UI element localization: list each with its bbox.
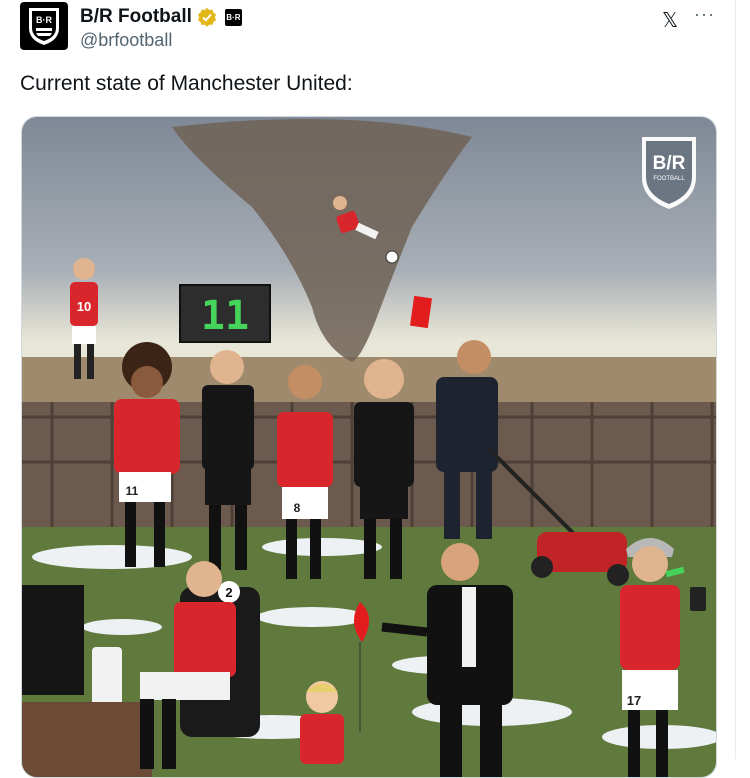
verified-badge-icon <box>197 8 216 27</box>
handle[interactable]: @brfootball <box>80 30 172 51</box>
shirt-number-17: 17 <box>627 693 641 708</box>
shirt-number-8: 8 <box>294 501 301 515</box>
tweet-header: B·R B/R Football B·R @brfootball 𝕏 ··· <box>20 2 720 58</box>
tv-screen <box>22 585 84 695</box>
shirt-number-11: 11 <box>126 484 139 498</box>
watermark-subtext: FOOTBALL <box>653 176 685 182</box>
cartoon-illustration: B/R FOOTBALL 10 11 11 8 2 17 <box>22 117 716 777</box>
shirt-number-2: 2 <box>225 585 232 600</box>
avatar-logo-text: B·R <box>36 15 52 25</box>
br-shield-icon: B·R <box>29 8 59 45</box>
shirt-number-10: 10 <box>77 299 91 314</box>
tweet-image[interactable]: B/R FOOTBALL 10 11 11 8 2 17 <box>21 116 717 778</box>
right-border <box>735 0 736 759</box>
display-name[interactable]: B/R Football <box>80 6 192 28</box>
watermark-text: B/R <box>653 153 686 174</box>
affiliate-badge-text: B·R <box>226 12 241 22</box>
desk <box>22 702 152 777</box>
substitution-board-number: 11 <box>201 293 249 339</box>
tweet-text: Current state of Manchester United: <box>20 72 353 95</box>
affiliate-badge[interactable]: B·R <box>224 8 242 26</box>
more-options-button[interactable]: ··· <box>694 4 715 25</box>
x-logo-icon[interactable]: 𝕏 <box>662 8 678 32</box>
avatar[interactable]: B·R <box>20 2 68 50</box>
